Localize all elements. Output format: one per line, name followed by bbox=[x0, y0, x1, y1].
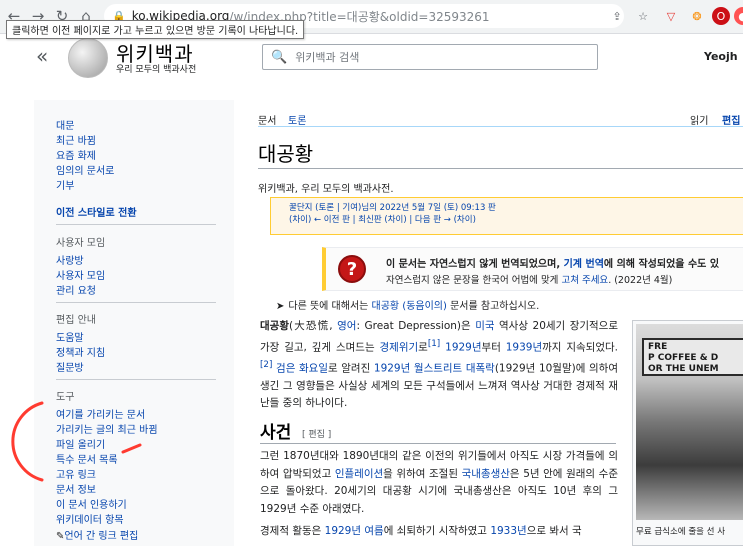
wiki-header: « 위키백과 우리 모두의 백과사전 🔍 위키백과 검색 Yeojh bbox=[0, 34, 743, 84]
revision-notice: 꿀단지 (토론 | 기여)님의 2022년 5월 7일 (토) 09:13 판 … bbox=[270, 197, 743, 235]
search-input[interactable]: 🔍 위키백과 검색 bbox=[262, 44, 598, 70]
sidebar-item-help[interactable]: 도움말 bbox=[56, 329, 84, 344]
pocket-icon[interactable]: ▽ bbox=[662, 7, 680, 25]
sidebar-item-current[interactable]: 요즘 화제 bbox=[56, 147, 96, 162]
sidebar-item-community[interactable]: 사용자 모임 bbox=[56, 267, 105, 282]
question-icon: ? bbox=[338, 255, 366, 283]
thumbnail: FRE P COFFEE & D OR THE UNEM 무료 급식소에 줄을 … bbox=[632, 320, 743, 546]
tab-talk[interactable]: 토론 bbox=[288, 112, 306, 127]
disambiguation-link[interactable]: 대공황 (동음이의) bbox=[372, 301, 447, 312]
section-heading: 사건 bbox=[260, 423, 292, 443]
sidebar-item-random[interactable]: 임의의 문서로 bbox=[56, 162, 114, 177]
opera-icon[interactable]: O bbox=[712, 7, 730, 25]
sidebar: 대문 최근 바뀜 요즘 화제 임의의 문서로 기부 이전 스타일로 전환 사용자… bbox=[34, 100, 234, 546]
breadline-photo[interactable]: FRE P COFFEE & D OR THE UNEM bbox=[636, 324, 743, 520]
community-heading: 사용자 모임 bbox=[56, 238, 106, 249]
machine-translation-link[interactable]: 기계 번역 bbox=[564, 259, 604, 270]
title-rule bbox=[258, 168, 743, 169]
wikipedia-globe-logo[interactable] bbox=[68, 38, 108, 78]
sidebar-divider bbox=[56, 224, 216, 225]
tab-underline bbox=[258, 126, 743, 127]
sidebar-item-interlanguage[interactable]: ✎언어 간 링크 편집 bbox=[56, 527, 138, 542]
search-icon: 🔍 bbox=[271, 49, 288, 65]
back-button-tooltip: 클릭하면 이전 페이지로 가고 누르고 있으면 방문 기록이 나타납니다. bbox=[6, 20, 305, 39]
tagline: 우리 모두의 백과사전 bbox=[116, 65, 197, 75]
sidebar-item-wikidata[interactable]: 위키데이터 항목 bbox=[56, 511, 124, 526]
section-rule bbox=[260, 443, 616, 444]
switch-style-link[interactable]: 이전 스타일로 전환 bbox=[56, 204, 137, 219]
sidebar-item-village-pump[interactable]: 사랑방 bbox=[56, 252, 84, 267]
sidebar-item-related-changes[interactable]: 가리키는 글의 최근 바뀜 bbox=[56, 421, 158, 436]
sidebar-divider bbox=[56, 379, 216, 380]
help-heading: 편집 안내 bbox=[56, 315, 96, 326]
sidebar-item-what-links-here[interactable]: 여기를 가리키는 문서 bbox=[56, 406, 145, 421]
revision-author-info[interactable]: 꿀단지 (토론 | 기여)님의 2022년 5월 7일 (토) 09:13 판 bbox=[289, 203, 496, 213]
hatnote-arrow-icon: ➤ bbox=[276, 301, 285, 312]
sidebar-divider bbox=[56, 302, 216, 303]
tab-article[interactable]: 문서 bbox=[258, 112, 276, 127]
sidebar-item-main[interactable]: 대문 bbox=[56, 117, 74, 132]
tab-edit[interactable]: 편집 bbox=[722, 112, 740, 127]
section-paragraph-2: 경제적 활동은 1929년 여름에 쇠퇴하기 시작하였고 1933년으로 봐서 … bbox=[260, 525, 582, 537]
sidebar-item-special-pages[interactable]: 특수 문서 목록 bbox=[56, 451, 118, 466]
tools-heading: 도구 bbox=[56, 392, 75, 403]
username-link[interactable]: Yeojh bbox=[704, 50, 738, 63]
sidebar-item-donate[interactable]: 기부 bbox=[56, 177, 74, 192]
sidebar-item-permalink[interactable]: 고유 링크 bbox=[56, 466, 96, 481]
section-edit-link[interactable]: [ 편집 ] bbox=[302, 427, 331, 440]
page-tabs: 문서 토론 읽기 편집 bbox=[258, 112, 743, 130]
notice-line1: 이 문서는 자연스럽지 않게 번역되었으며, 기계 번역에 의해 작성되었을 수… bbox=[386, 259, 720, 270]
sidebar-item-cite[interactable]: 이 문서 인용하기 bbox=[56, 496, 127, 511]
menu-icon[interactable]: « bbox=[36, 44, 48, 68]
sidebar-item-recent[interactable]: 최근 바뀜 bbox=[56, 132, 96, 147]
sidebar-item-upload[interactable]: 파일 올리기 bbox=[56, 436, 105, 451]
section-paragraph: 그런 1870년대와 1890년대의 같은 이전의 위기들에서 아직도 시장 가… bbox=[260, 450, 618, 515]
search-placeholder: 위키백과 검색 bbox=[295, 51, 360, 64]
thumbnail-caption: 무료 급식소에 줄을 선 사 bbox=[636, 527, 726, 537]
star-icon[interactable]: ☆ bbox=[634, 7, 652, 25]
page-title: 대공황 bbox=[258, 142, 314, 166]
extension-icon[interactable]: ❂ bbox=[688, 7, 706, 25]
sidebar-item-page-info[interactable]: 문서 정보 bbox=[56, 481, 96, 496]
tab-read[interactable]: 읽기 bbox=[690, 112, 708, 127]
sidebar-item-policy[interactable]: 정책과 지침 bbox=[56, 344, 105, 359]
profile-icon[interactable]: ● bbox=[734, 7, 743, 25]
translation-notice: ? 이 문서는 자연스럽지 않게 번역되었으며, 기계 번역에 의해 작성되었을… bbox=[322, 247, 743, 291]
sidebar-item-admin-request[interactable]: 관리 요청 bbox=[56, 282, 96, 297]
intro-paragraph: 대공황(大恐慌, 영어: Great Depression)은 미국 역사상 2… bbox=[260, 320, 618, 409]
site-sub: 위키백과, 우리 모두의 백과사전. bbox=[258, 184, 394, 195]
sidebar-item-questions[interactable]: 질문방 bbox=[56, 359, 84, 374]
fix-link[interactable]: 고쳐 주세요 bbox=[561, 275, 608, 286]
share-icon[interactable]: ⇪ bbox=[608, 7, 626, 25]
photo-sign: FRE P COFFEE & D OR THE UNEM bbox=[642, 338, 743, 376]
notice-line2: 자연스럽지 않은 문장을 한국어 어법에 맞게 고쳐 주세요. (2022년 4… bbox=[386, 275, 673, 286]
hatnote: ➤ 다른 뜻에 대해서는 대공황 (동음이의) 문서를 참고하십시오. bbox=[276, 301, 540, 312]
revision-nav[interactable]: (차이) ← 이전 판 | 최신판 (차이) | 다음 판 → (차이) bbox=[289, 215, 476, 225]
